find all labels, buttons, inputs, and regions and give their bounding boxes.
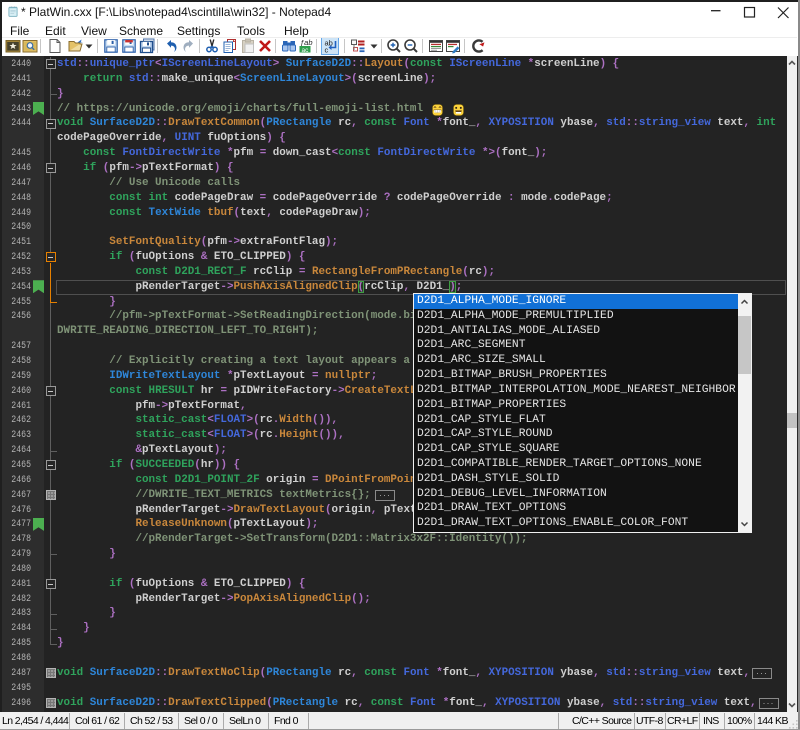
svg-text:ƒab: ƒab — [300, 38, 313, 47]
svg-text:ac: ac — [302, 47, 310, 54]
svg-text:c: c — [325, 46, 329, 55]
